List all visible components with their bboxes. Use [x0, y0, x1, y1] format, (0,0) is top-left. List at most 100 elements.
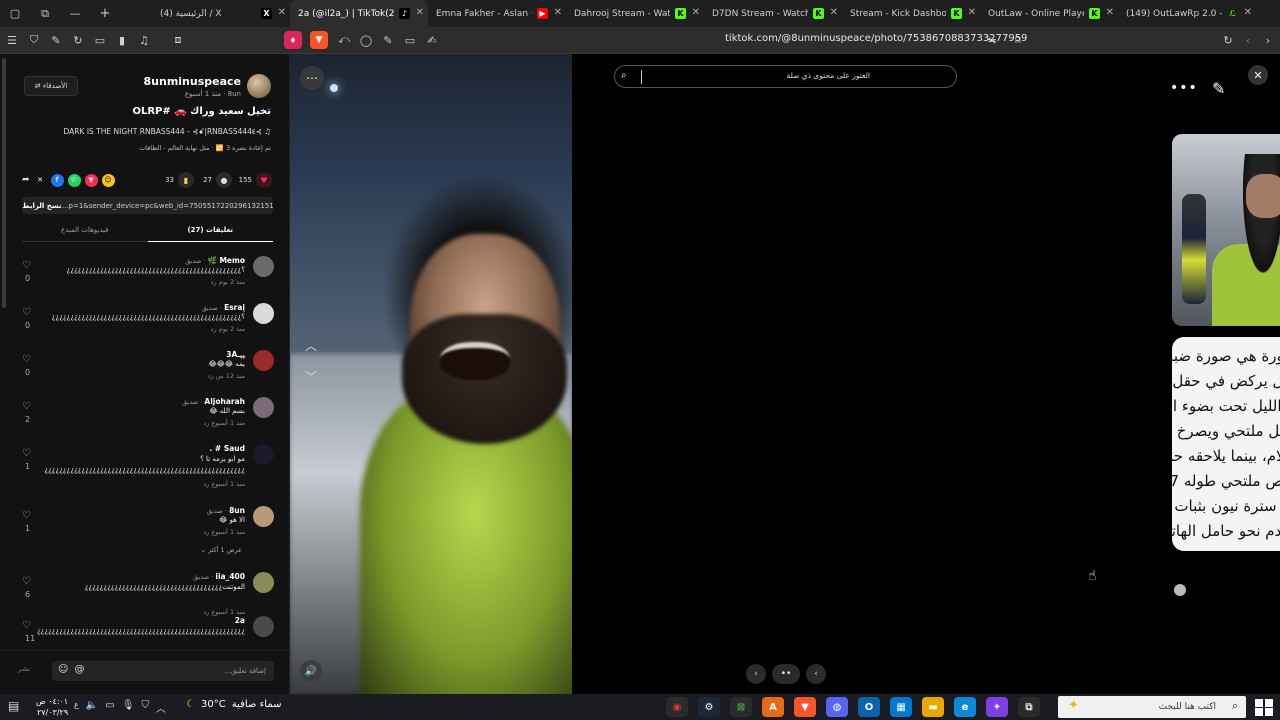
commenter-avatar[interactable] [253, 616, 274, 637]
sidebar-menu-icon[interactable]: ☰ [2, 30, 22, 50]
tab-close-icon[interactable]: ✕ [554, 7, 562, 18]
next-photo-icon[interactable]: › [746, 664, 766, 684]
facebook-share-icon[interactable]: f [50, 173, 64, 187]
minimize-icon[interactable]: — [60, 0, 90, 27]
commenter-name[interactable]: 2a [235, 616, 245, 625]
emoji-icon[interactable]: ☺ [58, 664, 68, 675]
commenter-name[interactable]: 8un · صديق [207, 506, 245, 515]
tab-close-icon[interactable]: ✕ [692, 7, 700, 18]
commenter-avatar[interactable] [253, 397, 274, 418]
comment-footer[interactable]: منذ 2 يوم رد [211, 278, 245, 286]
browser-tab[interactable]: Dahrooj Stream - Watch Live o K ✕ [566, 0, 704, 27]
comment-like-icon[interactable]: ♡ [22, 576, 31, 587]
comment-like-icon[interactable]: ♡ [22, 401, 31, 412]
xbox-icon[interactable]: ⊠ [730, 697, 752, 717]
pager-dots-icon[interactable]: •• [772, 664, 800, 684]
steam-icon[interactable]: ⚙ [698, 697, 720, 717]
post-comment-button[interactable]: نشر [18, 665, 30, 673]
brave-shield-icon[interactable]: ▼ [310, 31, 328, 49]
network-icon[interactable]: ▭ [105, 700, 114, 715]
edit-square-icon[interactable]: ✎ [1212, 79, 1225, 98]
comment-footer[interactable]: منذ 2 يوم رد [211, 325, 245, 333]
tray-chevron-icon[interactable]: ︿ [156, 700, 166, 715]
windows-start-icon[interactable] [1254, 697, 1274, 717]
comment-footer[interactable]: منذ 12 س رد [208, 372, 245, 380]
outlook-icon[interactable]: O [858, 697, 880, 717]
keyboard-language-icon[interactable]: ع [74, 700, 79, 715]
edge-icon[interactable]: e [954, 697, 976, 717]
comment-like-icon[interactable]: ♡ [22, 448, 31, 459]
comment-bubble-icon[interactable]: ◯ [356, 30, 376, 50]
tab-close-icon[interactable]: ✕ [1244, 7, 1252, 18]
author-row[interactable]: 8unminuspeace 8un · منذ 1 أسبوع [144, 74, 271, 98]
taskbar-search-input[interactable]: ⌕ اكتب هنا للبحث ✦ [1058, 696, 1246, 718]
task-view-icon[interactable]: ⧉ [1018, 697, 1040, 717]
like-button[interactable]: 155 ♥ [239, 172, 272, 188]
save-button[interactable]: 33 ▮ [165, 172, 194, 188]
brave-rewards-icon[interactable]: ♦ [284, 31, 302, 49]
site-settings-icon[interactable]: ⇋ [982, 30, 1002, 50]
reload-icon[interactable]: ↻ [1218, 30, 1238, 50]
media-more-icon[interactable]: ⋯ [300, 66, 324, 90]
sidebar-toggle-icon[interactable]: ▮ [112, 30, 132, 50]
commenter-avatar[interactable] [253, 572, 274, 593]
copy-link-button[interactable]: نسخ الرابط [22, 202, 62, 210]
prev-photo-icon[interactable]: ‹ [806, 664, 826, 684]
wallet-icon[interactable]: ⧈ [168, 30, 188, 50]
pen-icon[interactable]: ✍ [422, 30, 442, 50]
edit-icon[interactable]: ✎ [378, 30, 398, 50]
back-icon[interactable]: ‹ [1238, 30, 1258, 50]
mention-icon[interactable]: @ [74, 664, 84, 675]
ai-source-thumbnail[interactable] [1172, 134, 1280, 326]
new-tab-icon[interactable]: + [90, 0, 120, 27]
discord-icon[interactable]: ◍ [826, 697, 848, 717]
comment-button[interactable]: 27 ● [203, 172, 232, 188]
taskbar-clock[interactable]: ٠٤:٠١ ص ٢٧/٠٣/٢٩ [36, 696, 68, 718]
tab-close-icon[interactable]: ✕ [416, 7, 424, 18]
comment-input[interactable]: إضافة تعليق... [52, 661, 274, 681]
comment-footer[interactable]: منذ 1 أسبوع رد [203, 528, 245, 536]
commenter-name[interactable]: Saud # . [209, 444, 245, 453]
author-avatar[interactable] [247, 74, 271, 98]
browser-tab[interactable]: الرئيسية (4) / X X ✕ [152, 0, 290, 27]
related-search-input[interactable]: العثور على محتوى ذي صلة ⌕ [614, 65, 957, 88]
speaker-icon[interactable]: 🔈 [86, 700, 98, 715]
microphone-icon[interactable]: 🎙 [122, 700, 135, 715]
bookmark-icon[interactable]: ⌑ [1008, 30, 1028, 50]
more-options-icon[interactable]: ••• [1170, 80, 1198, 96]
search-icon[interactable]: ⌕ [621, 70, 627, 81]
window-menu-icon[interactable]: ▢ [0, 0, 30, 27]
comment-footer[interactable]: منذ 1 أسبوع رد [203, 608, 245, 616]
back-arrow-icon[interactable]: ⤺ [334, 30, 354, 50]
comment-like-icon[interactable]: ♡ [22, 307, 31, 318]
vpn-icon[interactable]: ⛉ [141, 700, 149, 715]
commenter-avatar[interactable] [253, 506, 274, 527]
comment-footer[interactable]: منذ 1 أسبوع رد [203, 480, 245, 488]
tiktok-share-icon[interactable]: ▼ [84, 173, 98, 187]
screen-icon[interactable]: ▭ [400, 30, 420, 50]
whatsapp-share-icon[interactable]: ✆ [67, 173, 81, 187]
snapchat-share-icon[interactable]: ☺ [101, 173, 115, 187]
comment-like-icon[interactable]: ♡ [22, 354, 31, 365]
comment-like-icon[interactable]: ♡ [22, 620, 31, 631]
forward-icon[interactable]: › [1258, 30, 1278, 50]
volume-icon[interactable]: 🔊 [300, 660, 322, 682]
tab-close-icon[interactable]: ✕ [278, 7, 286, 18]
share-arrow-icon[interactable]: ➦ [22, 175, 30, 185]
browser-tab[interactable]: D7DN Stream - Watch Live on K ✕ [704, 0, 842, 27]
commenter-avatar[interactable] [253, 303, 274, 324]
commenter-avatar[interactable] [253, 256, 274, 277]
store-icon[interactable]: ▦ [890, 697, 912, 717]
x-share-icon[interactable]: ✕ [34, 174, 47, 187]
tab-close-icon[interactable]: ✕ [968, 7, 976, 18]
sparkle-icon[interactable]: ✦ [1068, 698, 1079, 713]
tab-creator-videos[interactable]: فيديوهات المبدع [22, 224, 148, 242]
tab-close-icon[interactable]: ✕ [830, 7, 838, 18]
author-name[interactable]: 8unminuspeace [144, 75, 242, 88]
bookmarks-icon[interactable]: ▭ [90, 30, 110, 50]
brave-browser-icon[interactable]: ▼ [794, 697, 816, 717]
tab-actions-icon[interactable]: ⧉ [30, 0, 60, 27]
close-icon[interactable]: ✕ [1248, 65, 1268, 85]
browser-tab[interactable]: Emna Fakher - Aslan (Official A ▶ ✕ [428, 0, 566, 27]
browser-tab[interactable]: 2a (@il2a_) | TikTok(21) ♪ ✕ [290, 0, 428, 27]
